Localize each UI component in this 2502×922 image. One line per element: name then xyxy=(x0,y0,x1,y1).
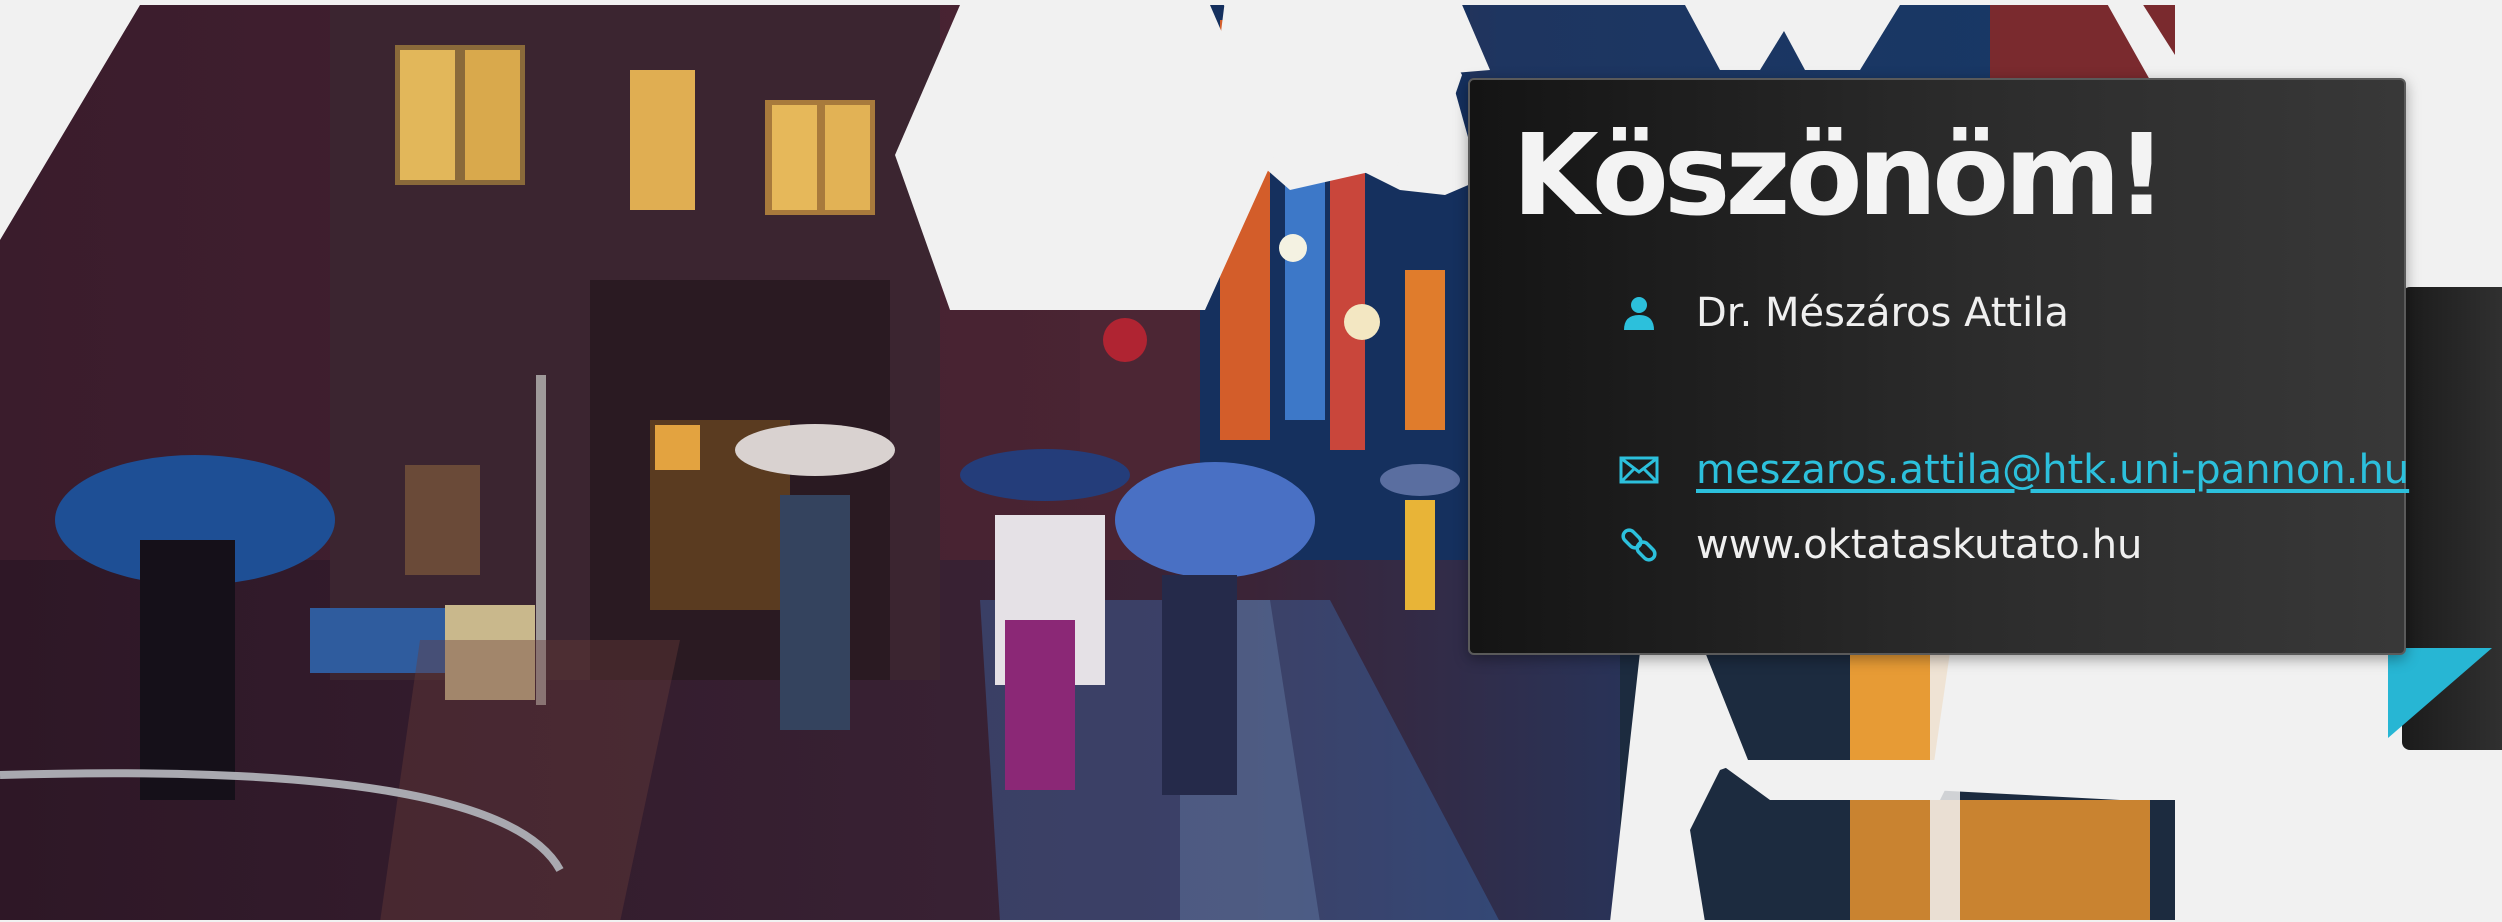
person-icon xyxy=(1618,292,1660,334)
accent-triangle xyxy=(2388,648,2492,738)
contact-email-link[interactable]: meszaros.attila@htk.uni-pannon.hu xyxy=(1696,447,2409,493)
link-icon xyxy=(1618,524,1660,566)
contact-card: Köszönöm! Dr. Mészáros Attila meszaros.a… xyxy=(1468,78,2409,655)
contact-name: Dr. Mészáros Attila xyxy=(1696,290,2069,336)
envelope-icon xyxy=(1618,449,1660,491)
contact-website-row[interactable]: www.oktataskutato.hu xyxy=(1618,522,2142,568)
contact-name-row: Dr. Mészáros Attila xyxy=(1618,290,2069,336)
contact-email-row[interactable]: meszaros.attila@htk.uni-pannon.hu xyxy=(1618,447,2409,493)
contact-website-link[interactable]: www.oktataskutato.hu xyxy=(1696,522,2142,568)
slide-title: Köszönöm! xyxy=(1512,111,2167,241)
thank-you-slide: Köszönöm! Dr. Mészáros Attila meszaros.a… xyxy=(0,0,2502,922)
